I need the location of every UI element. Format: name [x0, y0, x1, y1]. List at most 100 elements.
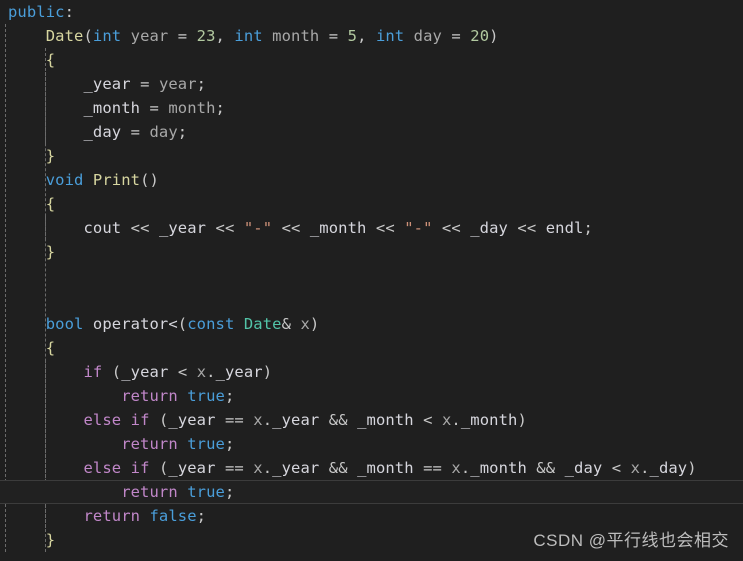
code-token-kw: true [187, 435, 225, 453]
code-line[interactable]: else if (_year == x._year && _month == x… [0, 456, 743, 480]
code-line[interactable]: if (_year < x._year) [0, 360, 743, 384]
code-line[interactable]: cout << _year << "-" << _month << "-" <<… [0, 216, 743, 240]
code-token-ctrl: return [121, 387, 178, 405]
code-line[interactable]: return true; [0, 432, 743, 456]
code-line[interactable]: { [0, 48, 743, 72]
code-token-id: _year [272, 459, 320, 477]
code-token-dim: x [196, 363, 207, 381]
code-token-id: _year [83, 75, 131, 93]
code-token-id: _year [168, 459, 216, 477]
code-token-punc [8, 75, 83, 93]
code-token-dim: x [451, 459, 461, 477]
code-token-kw: true [187, 483, 225, 501]
code-token-punc: << [507, 219, 546, 237]
code-line[interactable]: bool operator<(const Date& x) [0, 312, 743, 336]
code-token-num: 20 [470, 27, 490, 45]
code-token-id: _year [121, 363, 169, 381]
code-token-punc [8, 219, 83, 237]
code-token-punc: ) [489, 27, 499, 45]
code-token-brace: } [45, 243, 56, 261]
code-token-dim: month [272, 27, 320, 45]
code-line[interactable]: _day = day; [0, 120, 743, 144]
code-token-punc [8, 147, 46, 165]
code-line[interactable]: { [0, 336, 743, 360]
code-token-punc: && [526, 459, 565, 477]
code-token-punc [140, 507, 149, 525]
code-token-punc: . [640, 459, 650, 477]
code-token-id: _month [357, 411, 414, 429]
code-token-kw: public [8, 3, 65, 21]
code-token-ctrl: return [83, 507, 141, 525]
code-token-brace: } [45, 531, 56, 549]
code-token-id: cout [83, 219, 122, 237]
csdn-watermark: CSDN @平行线也会相交 [533, 531, 729, 550]
code-token-punc [404, 27, 413, 45]
code-token-punc [8, 195, 46, 213]
code-token-punc: < [413, 411, 442, 429]
code-token-punc: ; [224, 387, 235, 405]
code-token-punc: << [366, 219, 405, 237]
code-line[interactable]: { [0, 192, 743, 216]
code-token-punc [8, 411, 83, 429]
code-token-punc: ( [149, 411, 169, 429]
code-token-punc [8, 27, 46, 45]
code-token-punc: ; [224, 435, 235, 453]
code-line[interactable]: return false; [0, 504, 743, 528]
code-token-kw: int [375, 27, 405, 45]
code-line[interactable]: Date(int year = 23, int month = 5, int d… [0, 24, 743, 48]
code-token-punc [8, 99, 83, 117]
code-line[interactable]: _year = year; [0, 72, 743, 96]
code-token-id: _day [649, 459, 688, 477]
code-token-id: _month [309, 219, 367, 237]
code-token-str: "-" [243, 219, 273, 237]
code-token-id: _month [357, 459, 414, 477]
code-token-str: "-" [404, 219, 433, 237]
code-line-active[interactable]: return true; [0, 480, 743, 504]
code-token-punc: < [602, 459, 631, 477]
code-token-punc [8, 51, 46, 69]
code-token-punc: & [281, 315, 301, 333]
code-token-id: _day [564, 459, 603, 477]
code-token-ctrl: return [121, 435, 178, 453]
code-token-kw: true [187, 387, 225, 405]
code-line[interactable]: _month = month; [0, 96, 743, 120]
code-token-punc: , [215, 27, 235, 45]
code-editor-surface[interactable]: public: Date(int year = 23, int month = … [0, 0, 743, 561]
code-line[interactable]: } [0, 144, 743, 168]
code-token-punc: ) [687, 459, 697, 477]
code-line[interactable]: else if (_year == x._year && _month < x.… [0, 408, 743, 432]
code-token-punc [83, 171, 92, 189]
code-line[interactable] [0, 264, 743, 288]
code-token-kw: int [234, 27, 263, 45]
code-token-fn: Date [45, 27, 84, 45]
code-line[interactable]: return true; [0, 384, 743, 408]
code-line[interactable] [0, 288, 743, 312]
code-line[interactable]: public: [0, 0, 743, 24]
code-token-punc: << [206, 219, 244, 237]
code-token-dim: day [413, 27, 442, 45]
code-token-kw: int [92, 27, 122, 45]
code-token-punc: ; [224, 483, 235, 501]
code-token-punc: = [121, 123, 150, 141]
code-token-id: endl [545, 219, 584, 237]
code-line[interactable]: void Print() [0, 168, 743, 192]
code-token-id: _year [215, 363, 263, 381]
code-token-id: _month [470, 459, 527, 477]
code-token-punc: . [262, 411, 273, 429]
code-token-punc [121, 459, 130, 477]
code-line[interactable]: } [0, 240, 743, 264]
code-token-punc: == [413, 459, 452, 477]
code-token-punc: << [432, 219, 471, 237]
code-token-brace: { [45, 51, 56, 69]
code-token-id: operator< [92, 315, 178, 333]
code-token-punc: ; [196, 75, 207, 93]
code-token-punc [8, 387, 121, 405]
code-token-punc: && [319, 459, 358, 477]
code-token-dim: x [300, 315, 310, 333]
code-token-punc [8, 507, 83, 525]
code-token-punc [178, 435, 187, 453]
code-token-punc [8, 483, 121, 501]
code-token-punc: ( [177, 315, 188, 333]
code-token-punc [8, 123, 83, 141]
code-token-punc [83, 315, 92, 333]
